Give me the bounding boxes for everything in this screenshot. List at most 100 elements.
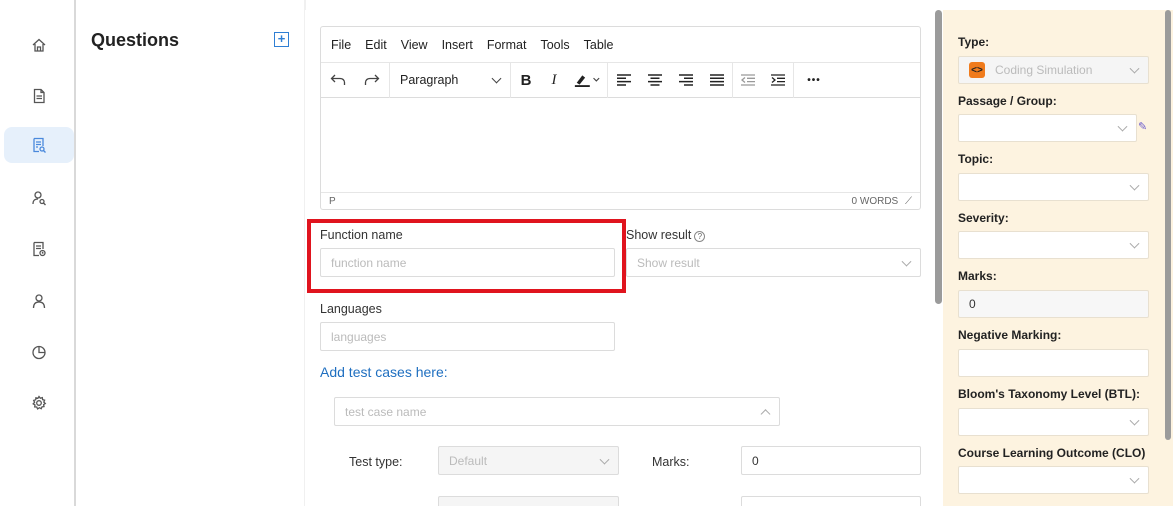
test-type-value: Default <box>449 453 488 468</box>
italic-button[interactable]: I <box>541 62 567 98</box>
editor-toolbar: Paragraph B I ••• <box>321 62 920 98</box>
add-test-cases-link[interactable]: Add test cases here: <box>320 364 448 380</box>
marks-input[interactable]: 0 <box>958 290 1149 318</box>
rich-text-editor[interactable]: File Edit View Insert Format Tools Table… <box>320 26 921 210</box>
clo-select[interactable] <box>958 466 1149 494</box>
severity-select[interactable] <box>958 231 1149 259</box>
editor-statusbar: P 0 WORDS ⟋ <box>321 192 920 209</box>
questions-column: Questions + <box>78 10 304 506</box>
menu-insert[interactable]: Insert <box>442 38 473 52</box>
menu-table[interactable]: Table <box>584 38 614 52</box>
type-label: Type: <box>958 35 990 49</box>
passage-group-select[interactable] <box>958 114 1137 142</box>
paragraph-select[interactable]: Paragraph <box>390 62 510 98</box>
edit-pencil-icon[interactable]: ✎ <box>1138 120 1147 133</box>
document-icon <box>33 88 45 104</box>
test-marks-input[interactable]: 0 <box>741 446 921 475</box>
outdent-icon <box>741 74 755 86</box>
editor-menubar: File Edit View Insert Format Tools Table <box>321 27 920 62</box>
chevron-down-icon <box>1129 63 1140 74</box>
highlight-box <box>307 219 626 293</box>
chevron-up-icon[interactable] <box>760 408 771 419</box>
home-icon <box>32 38 46 52</box>
test-type-select: Default <box>438 446 619 475</box>
clo-label: Course Learning Outcome (CLO) <box>958 446 1146 460</box>
align-left-button[interactable] <box>608 62 639 98</box>
negative-marking-label: Negative Marking: <box>958 328 1062 342</box>
justify-icon <box>709 74 724 86</box>
marks-label: Marks: <box>958 269 997 283</box>
chevron-down-icon <box>491 73 502 83</box>
topic-label: Topic: <box>958 152 994 166</box>
redo-icon <box>364 74 380 85</box>
nav-users[interactable] <box>4 283 74 319</box>
menu-format[interactable]: Format <box>487 38 527 52</box>
btl-label: Bloom's Taxonomy Level (BTL): <box>958 387 1140 401</box>
word-count: 0 WORDS ⟋ <box>851 195 912 207</box>
nav-home[interactable] <box>4 27 74 63</box>
menu-edit[interactable]: Edit <box>365 38 387 52</box>
align-right-icon <box>678 74 693 86</box>
nav-reports[interactable] <box>4 231 74 267</box>
align-center-icon <box>647 74 662 86</box>
indent-icon <box>771 74 785 86</box>
severity-label: Severity: <box>958 211 1009 225</box>
panel-scrollbar[interactable] <box>1165 10 1171 440</box>
undo-icon <box>330 74 346 85</box>
highlight-color-button[interactable] <box>567 62 607 98</box>
menu-file[interactable]: File <box>331 38 351 52</box>
btl-select[interactable] <box>958 408 1149 436</box>
highlighter-icon <box>574 75 600 87</box>
topic-select[interactable] <box>958 173 1149 201</box>
center-scrollbar[interactable] <box>935 10 942 304</box>
passage-group-label: Passage / Group: <box>958 94 1057 108</box>
bold-button[interactable]: B <box>511 62 541 98</box>
languages-label: Languages <box>320 302 382 316</box>
nav-user-search[interactable] <box>4 180 74 216</box>
user-icon <box>32 294 46 309</box>
paragraph-label: Paragraph <box>400 73 459 87</box>
question-bank-icon <box>33 137 46 153</box>
undo-button[interactable] <box>321 62 355 98</box>
chevron-down-icon <box>1129 180 1140 191</box>
chevron-down-icon <box>1129 473 1140 484</box>
test-marks-label: Marks: <box>652 455 690 469</box>
chevron-down-icon <box>901 256 912 267</box>
outdent-button[interactable] <box>733 62 763 98</box>
align-center-button[interactable] <box>639 62 670 98</box>
help-icon[interactable]: ? <box>694 231 706 242</box>
next-row-select <box>438 496 619 506</box>
editor-content-area[interactable] <box>321 98 920 192</box>
languages-input[interactable]: languages <box>320 322 615 351</box>
nav-question-bank[interactable] <box>4 127 74 163</box>
left-nav <box>0 0 76 506</box>
add-question-button[interactable]: + <box>274 32 289 47</box>
settings-icon <box>32 395 47 410</box>
show-result-placeholder: Show result <box>637 255 700 270</box>
redo-button[interactable] <box>355 62 389 98</box>
type-select: <> Coding Simulation <box>958 56 1149 84</box>
resize-handle-icon[interactable]: ⟋ <box>905 196 912 207</box>
align-right-button[interactable] <box>670 62 701 98</box>
more-options-button[interactable]: ••• <box>794 62 834 98</box>
menu-tools[interactable]: Tools <box>540 38 569 52</box>
nav-settings[interactable] <box>4 385 74 421</box>
indent-button[interactable] <box>763 62 793 98</box>
pie-chart-icon <box>32 345 46 360</box>
next-row-input[interactable] <box>741 496 921 506</box>
nav-documents[interactable] <box>4 78 74 114</box>
menu-view[interactable]: View <box>401 38 428 52</box>
chevron-down-icon <box>1129 415 1140 426</box>
nav-analytics[interactable] <box>4 334 74 370</box>
questions-title: Questions <box>91 30 180 50</box>
justify-button[interactable] <box>701 62 732 98</box>
chevron-down-icon <box>599 454 610 465</box>
negative-marking-input[interactable] <box>958 349 1149 377</box>
element-path: P <box>329 195 336 207</box>
test-type-label: Test type: <box>349 455 403 469</box>
code-icon: <> <box>969 62 985 78</box>
test-case-name-input[interactable]: test case name <box>334 397 780 426</box>
show-result-label: Show result? <box>626 228 706 242</box>
show-result-select[interactable]: Show result <box>626 248 921 277</box>
report-icon <box>33 241 46 257</box>
